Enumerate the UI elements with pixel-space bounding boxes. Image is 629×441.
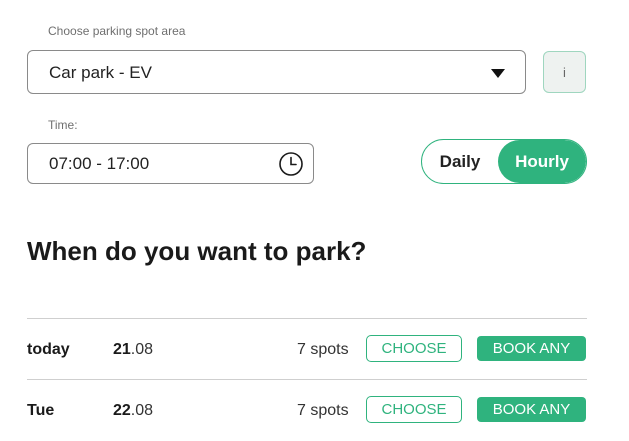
day-row: today 21.08 7 spots CHOOSE BOOK ANY (27, 332, 587, 368)
time-input[interactable]: 07:00 - 17:00 (27, 143, 314, 184)
day-row: Tue 22.08 7 spots CHOOSE BOOK ANY (27, 393, 587, 429)
info-icon: i (563, 64, 566, 80)
choose-button[interactable]: CHOOSE (366, 335, 462, 362)
day-date: 21.08 (113, 341, 153, 359)
page-heading: When do you want to park? (27, 236, 367, 266)
daily-option[interactable]: Daily (422, 140, 498, 183)
spots-count: 7 spots (297, 402, 349, 419)
daily-hourly-toggle: Daily Hourly (421, 139, 587, 184)
time-value: 07:00 - 17:00 (49, 154, 150, 173)
spots-count: 7 spots (297, 341, 349, 358)
clock-icon (279, 152, 303, 176)
day-name: Tue (27, 402, 55, 419)
info-button[interactable]: i (543, 51, 586, 93)
book-any-button[interactable]: BOOK ANY (477, 397, 586, 422)
date-day: 22 (113, 402, 131, 419)
row-divider (27, 318, 587, 319)
hourly-option[interactable]: Hourly (498, 140, 586, 183)
caret-down-icon (491, 69, 505, 78)
book-any-button[interactable]: BOOK ANY (477, 336, 586, 361)
time-label: Time: (48, 118, 78, 132)
choose-button[interactable]: CHOOSE (366, 396, 462, 423)
date-day: 21 (113, 341, 131, 358)
day-date: 22.08 (113, 402, 153, 420)
date-month: .08 (130, 402, 154, 419)
parking-area-label: Choose parking spot area (48, 24, 186, 38)
day-name: today (27, 341, 70, 358)
row-divider (27, 379, 587, 380)
parking-area-select[interactable]: Car park - EV (27, 50, 526, 94)
date-month: .08 (130, 341, 154, 358)
parking-area-value: Car park - EV (49, 63, 152, 82)
